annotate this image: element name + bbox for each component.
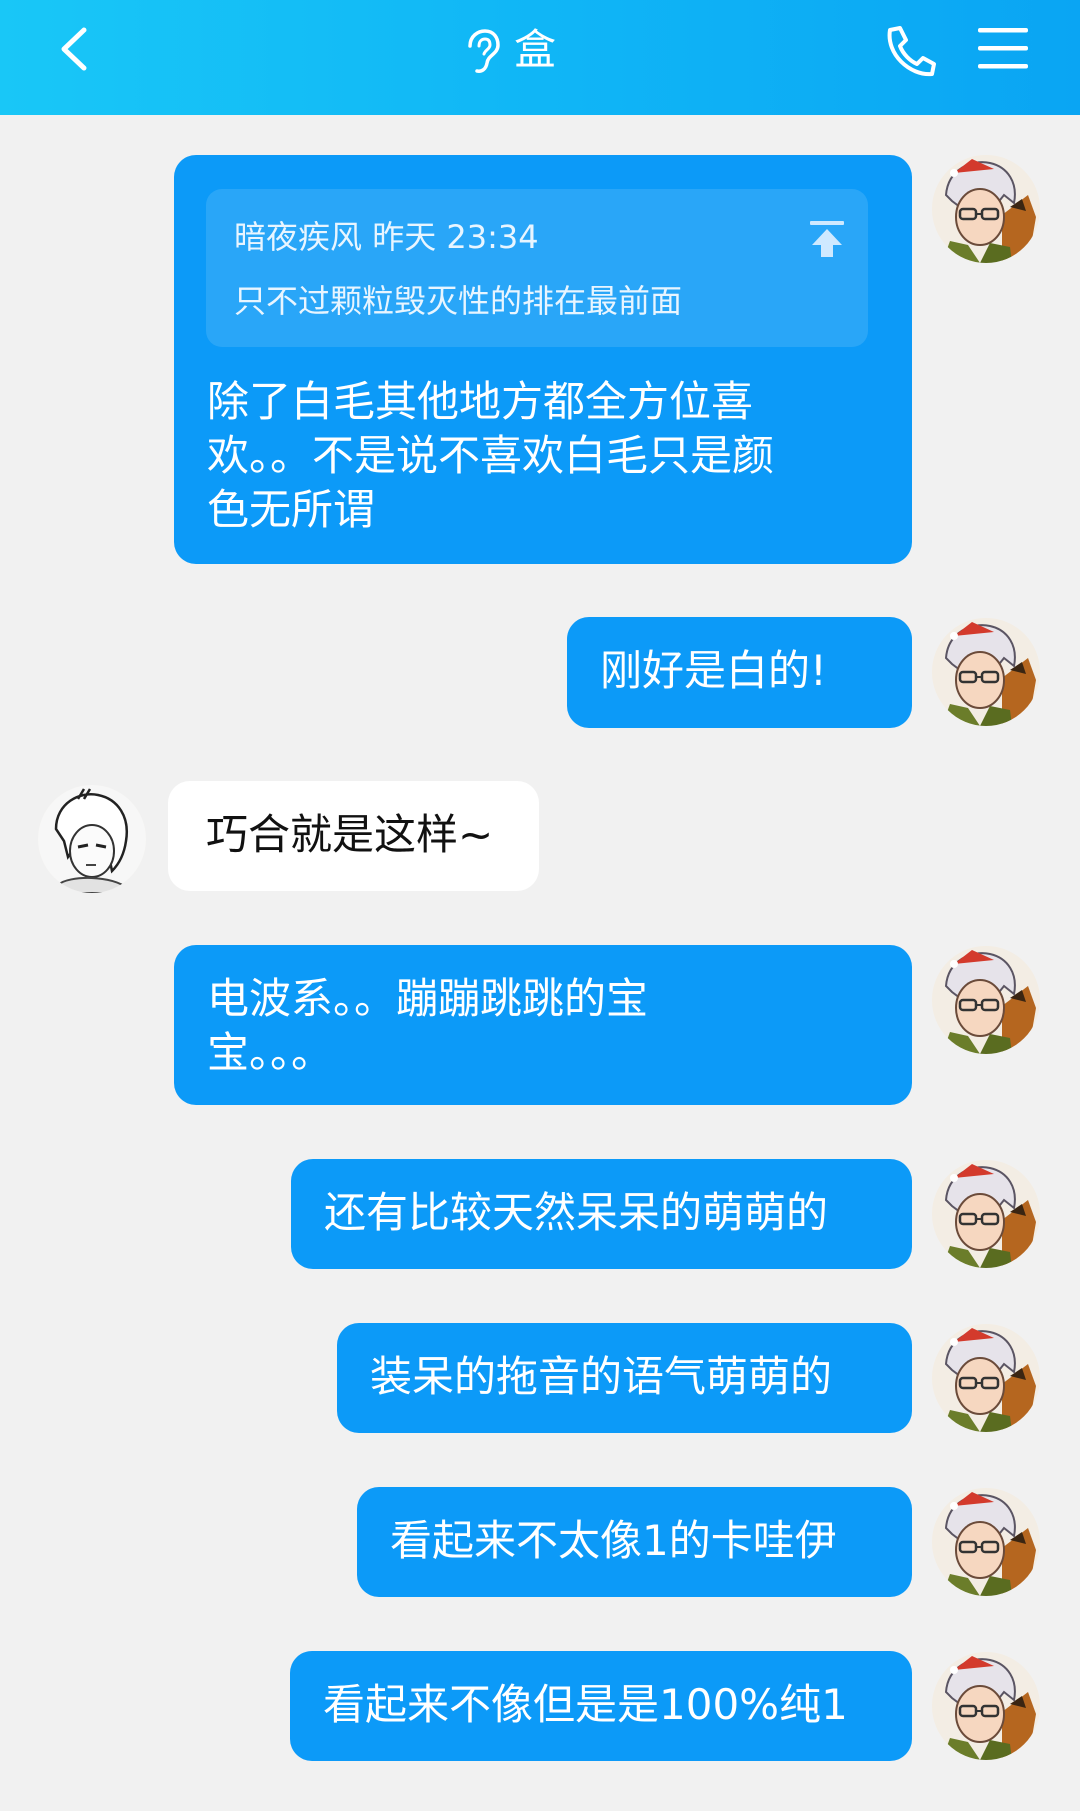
quote-header: 暗夜疾风 昨天 23:34 — [234, 217, 539, 257]
back-icon[interactable] — [52, 24, 102, 74]
quote-sender: 暗夜疾风 — [234, 218, 363, 256]
message-text-line: 欢。。不是说不喜欢白毛只是颜 — [207, 431, 775, 480]
message-bubble-incoming[interactable]: 巧合就是这样~ — [168, 781, 539, 891]
avatar[interactable] — [932, 1324, 1040, 1432]
menu-icon[interactable] — [976, 24, 1030, 72]
avatar[interactable] — [38, 785, 146, 893]
avatar[interactable] — [932, 946, 1040, 1054]
message-text-line: 电波系。。蹦蹦跳跳的宝 — [207, 974, 649, 1023]
avatar[interactable] — [932, 1652, 1040, 1760]
message-bubble-outgoing[interactable]: 装呆的拖音的语气萌萌的 — [337, 1323, 912, 1433]
message-text-line: 除了白毛其他地方都全方位喜 — [207, 377, 754, 426]
message-text: 刚好是白的! — [600, 646, 827, 695]
ear-icon[interactable] — [460, 28, 502, 74]
message-bubble-outgoing[interactable]: 看起来不太像1的卡哇伊 — [357, 1487, 912, 1597]
chat-title: 盒 — [514, 25, 557, 74]
reply-quote[interactable]: 暗夜疾风 昨天 23:34 只不过颗粒毁灭性的排在最前面 — [206, 189, 868, 347]
message-text: 巧合就是这样~ — [206, 810, 494, 859]
message-bubble-outgoing[interactable]: 看起来不像但是是100%纯1 — [290, 1651, 912, 1761]
avatar[interactable] — [932, 1488, 1040, 1596]
avatar[interactable] — [932, 1160, 1040, 1268]
quote-time: 昨天 23:34 — [372, 218, 539, 256]
message-text: 看起来不太像1的卡哇伊 — [390, 1516, 837, 1565]
message-text-line: 宝。。。 — [207, 1028, 334, 1077]
message-bubble-outgoing[interactable]: 电波系。。蹦蹦跳跳的宝 宝。。。 — [174, 945, 912, 1105]
chat-header: 盒 — [0, 0, 1080, 115]
message-bubble-outgoing[interactable]: 刚好是白的! — [567, 617, 912, 728]
message-bubble-outgoing[interactable]: 还有比较天然呆呆的萌萌的 — [291, 1159, 912, 1269]
message-bubble-outgoing[interactable]: 暗夜疾风 昨天 23:34 只不过颗粒毁灭性的排在最前面 除了白毛其他地方都全方… — [174, 155, 912, 564]
jump-to-original-icon[interactable] — [806, 217, 848, 259]
avatar[interactable] — [932, 618, 1040, 726]
avatar[interactable] — [932, 155, 1040, 263]
message-text: 装呆的拖音的语气萌萌的 — [370, 1352, 833, 1401]
quote-text: 只不过颗粒毁灭性的排在最前面 — [234, 282, 683, 320]
phone-icon[interactable] — [880, 24, 938, 78]
message-text-line: 色无所谓 — [207, 485, 376, 534]
message-text: 还有比较天然呆呆的萌萌的 — [324, 1188, 829, 1237]
message-text: 看起来不像但是是100%纯1 — [323, 1680, 848, 1729]
